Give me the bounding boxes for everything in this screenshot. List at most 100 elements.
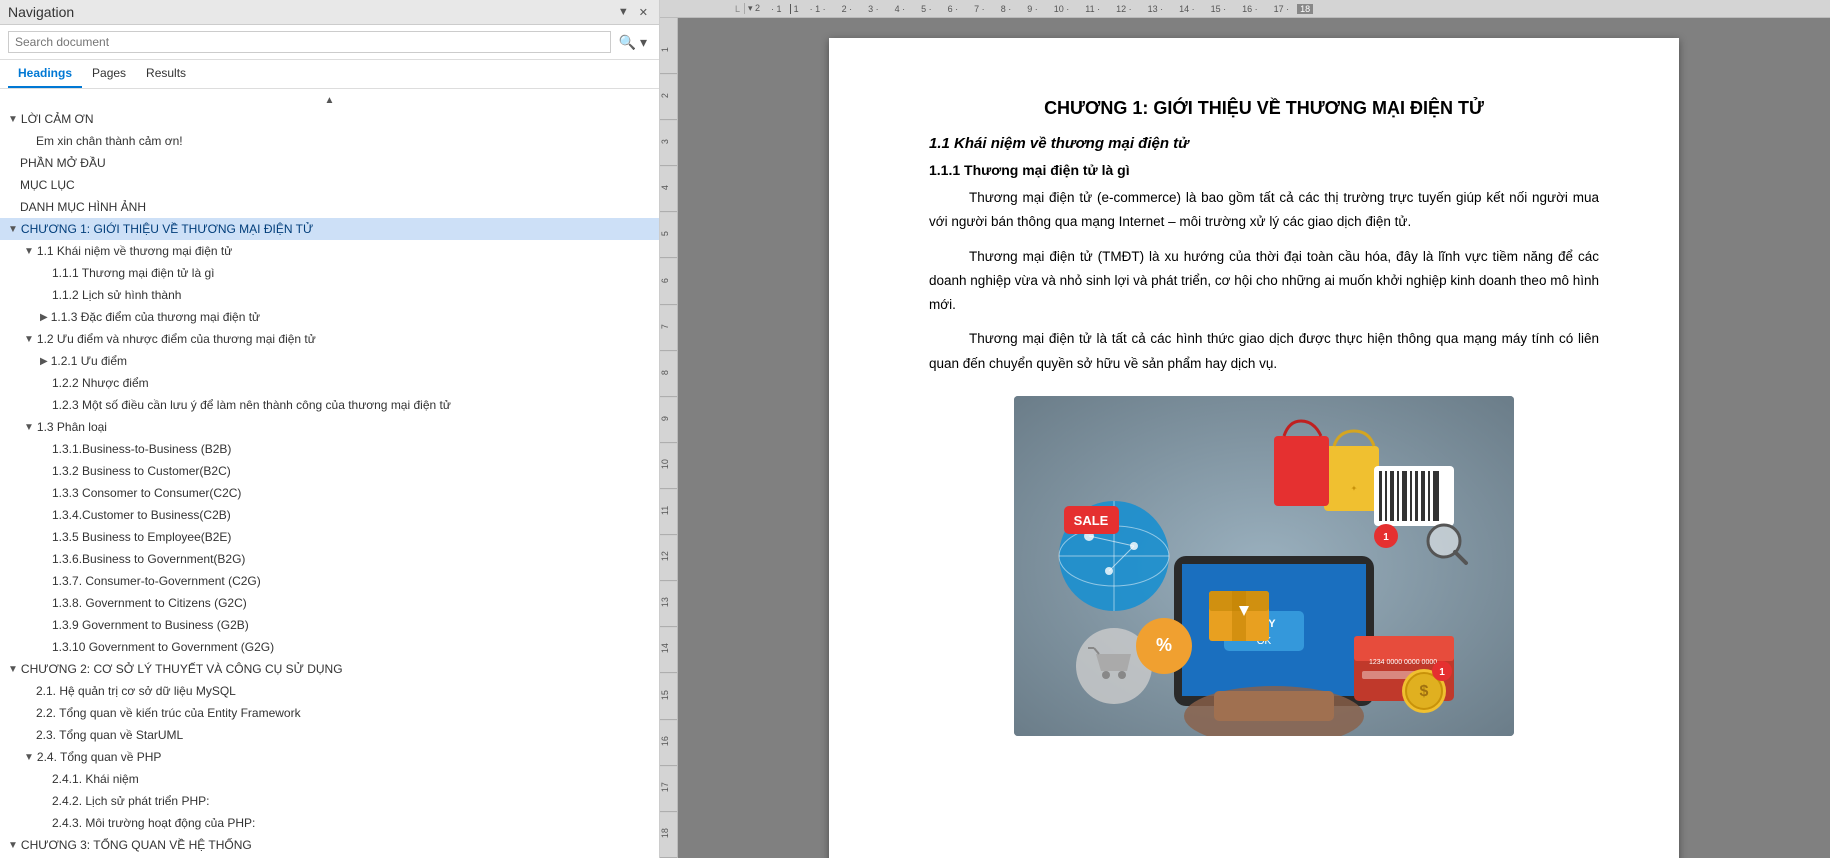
tree-item-loi-cam-on-sub[interactable]: Em xin chân thành cảm ơn! [0, 130, 659, 152]
tree-item-1.3.10[interactable]: 1.3.10 Government to Government (G2G) [0, 636, 659, 658]
tree-item-muc-luc[interactable]: MỤC LỤC [0, 174, 659, 196]
tree-item-1.3.7[interactable]: 1.3.7. Consumer-to-Government (C2G) [0, 570, 659, 592]
tree-item-label: CHƯƠNG 2: CƠ SỞ LÝ THUYẾT VÀ CÔNG CỤ SỬ … [21, 660, 343, 678]
tree-item-1.1[interactable]: ▼ 1.1 Khái niệm về thương mại điện tử [0, 240, 659, 262]
tree-arrow[interactable]: ▼ [24, 750, 34, 765]
v-mark-12: 12 [660, 535, 677, 581]
tree-item-label: 2.2. Tổng quan về kiến trúc của Entity F… [36, 704, 301, 722]
tab-headings[interactable]: Headings [8, 60, 82, 88]
doc-area: 1 2 3 4 5 6 7 8 9 10 11 12 13 14 15 16 1… [660, 18, 1830, 858]
tree-item-2.1[interactable]: 2.1. Hệ quản trị cơ sở dữ liệu MySQL [0, 680, 659, 702]
tree-item-label: 1.3.4.Customer to Business(C2B) [52, 506, 231, 524]
ruler-marks: ▾ 2 · 1 1 · 1 · 2 · 3 · 4 · 5 · 6 · 7 · … [744, 3, 1313, 14]
tree-item-danh-muc-hinh-anh[interactable]: DANH MỤC HÌNH ẢNH [0, 196, 659, 218]
tree-arrow[interactable]: ▼ [24, 332, 34, 347]
tree-item-1.2.2[interactable]: 1.2.2 Nhược điểm [0, 372, 659, 394]
tree-item-2.4.3[interactable]: 2.4.3. Môi trường hoạt động của PHP: [0, 812, 659, 834]
tree-item-chuong1[interactable]: ▼ CHƯƠNG 1: GIỚI THIỆU VỀ THƯƠNG MẠI ĐIỆ… [0, 218, 659, 240]
tree-item-label: 1.3.6.Business to Government(B2G) [52, 550, 245, 568]
scroll-top-arrow[interactable]: ▲ [0, 93, 659, 108]
nav-close-icon[interactable]: ✕ [636, 5, 651, 20]
tree-item-2.4[interactable]: ▼ 2.4. Tổng quan về PHP [0, 746, 659, 768]
svg-text:$: $ [1420, 683, 1429, 700]
tree-item-label: 2.4.2. Lịch sử phát triển PHP: [52, 792, 209, 810]
tree-item-label: CHƯƠNG 1: GIỚI THIỆU VỀ THƯƠNG MẠI ĐIỆN … [21, 220, 313, 238]
v-mark-9: 9 [660, 397, 677, 443]
tree-arrow[interactable]: ▼ [8, 838, 18, 853]
document-panel: L ▾ 2 · 1 1 · 1 · 2 · 3 · 4 · 5 · 6 · 7 … [660, 0, 1830, 858]
v-mark-5: 5 [660, 212, 677, 258]
tree-item-1.1.3[interactable]: ▶ 1.1.3 Đặc điểm của thương mại điện tử [0, 306, 659, 328]
nav-header-controls: ▼ ✕ [615, 5, 651, 20]
tree-item-1.3.8[interactable]: 1.3.8. Government to Citizens (G2C) [0, 592, 659, 614]
v-mark-6: 6 [660, 259, 677, 305]
tree-item-chuong2[interactable]: ▼ CHƯƠNG 2: CƠ SỞ LÝ THUYẾT VÀ CÔNG CỤ S… [0, 658, 659, 680]
v-mark-16: 16 [660, 720, 677, 766]
tree-item-label: CHƯƠNG 3: TỔNG QUAN VỀ HỆ THỐNG [21, 836, 252, 854]
tree-arrow[interactable]: ▶ [40, 310, 48, 325]
tree-item-label: 1.2.1 Ưu điểm [51, 352, 127, 370]
tree-item-chuong3[interactable]: ▼ CHƯƠNG 3: TỔNG QUAN VỀ HỆ THỐNG [0, 834, 659, 856]
search-bar: 🔍 ▾ [0, 25, 659, 60]
tree-item-1.2.3[interactable]: 1.2.3 Một số điều cần lưu ý để làm nên t… [0, 394, 659, 416]
tree-item-1.3.3[interactable]: 1.3.3 Consomer to Consumer(C2C) [0, 482, 659, 504]
paragraph-1: Thương mại điện tử (e-commerce) là bao g… [929, 186, 1599, 235]
tree-arrow[interactable]: ▼ [8, 112, 18, 127]
tree-item-1.2.1[interactable]: ▶ 1.2.1 Ưu điểm [0, 350, 659, 372]
tree-item-1.3.1[interactable]: 1.3.1.Business-to-Business (B2B) [0, 438, 659, 460]
tree-item-label: 1.2 Ưu điểm và nhược điểm của thương mại… [37, 330, 316, 348]
tab-pages[interactable]: Pages [82, 60, 136, 88]
document-page: CHƯƠNG 1: GIỚI THIỆU VỀ THƯƠNG MẠI ĐIỆN … [829, 38, 1679, 858]
tree-item-1.3.9[interactable]: 1.3.9 Government to Business (G2B) [0, 614, 659, 636]
tree-item-label: 1.3.10 Government to Government (G2G) [52, 638, 274, 656]
tree-item-label: 1.2.3 Một số điều cần lưu ý để làm nên t… [52, 396, 451, 414]
v-mark-15: 15 [660, 674, 677, 720]
tree-arrow[interactable]: ▼ [24, 244, 34, 259]
tree-item-1.2[interactable]: ▼ 1.2 Ưu điểm và nhược điểm của thương m… [0, 328, 659, 350]
svg-text:%: % [1156, 635, 1172, 655]
tree-item-1.3.6[interactable]: 1.3.6.Business to Government(B2G) [0, 548, 659, 570]
nav-tree: ▲ ▼ LỜI CẢM ƠNEm xin chân thành cảm ơn!P… [0, 89, 659, 858]
tree-item-label: 1.1.3 Đặc điểm của thương mại điện tử [51, 308, 260, 326]
tree-item-loi-cam-on[interactable]: ▼ LỜI CẢM ƠN [0, 108, 659, 130]
tree-arrow[interactable]: ▼ [8, 662, 18, 677]
v-mark-3: 3 [660, 120, 677, 166]
search-input[interactable] [8, 31, 611, 53]
nav-panel-title: Navigation [8, 4, 74, 20]
tree-item-2.4.2[interactable]: 2.4.2. Lịch sử phát triển PHP: [0, 790, 659, 812]
tree-item-label: 2.1. Hệ quản trị cơ sở dữ liệu MySQL [36, 682, 236, 700]
chapter-title: CHƯƠNG 1: GIỚI THIỆU VỀ THƯƠNG MẠI ĐIỆN … [929, 98, 1599, 119]
tree-arrow[interactable]: ▶ [40, 354, 48, 369]
svg-text:1: 1 [1439, 667, 1445, 678]
tree-item-2.2[interactable]: 2.2. Tổng quan về kiến trúc của Entity F… [0, 702, 659, 724]
v-mark-11: 11 [660, 489, 677, 535]
tree-item-label: LỜI CẢM ƠN [21, 110, 94, 128]
tree-item-label: 1.2.2 Nhược điểm [52, 374, 149, 392]
paragraph-3: Thương mại điện tử là tất cả các hình th… [929, 327, 1599, 376]
tree-item-label: 1.1 Khái niệm về thương mại điện tử [37, 242, 232, 260]
tree-item-1.3.5[interactable]: 1.3.5 Business to Employee(B2E) [0, 526, 659, 548]
tree-item-label: 1.3.8. Government to Citizens (G2C) [52, 594, 247, 612]
tree-item-label: DANH MỤC HÌNH ẢNH [20, 198, 146, 216]
tree-item-1.1.1[interactable]: 1.1.1 Thương mại điện tử là gì [0, 262, 659, 284]
v-mark-4: 4 [660, 166, 677, 212]
tree-item-1.3.4[interactable]: 1.3.4.Customer to Business(C2B) [0, 504, 659, 526]
search-button[interactable]: 🔍 ▾ [615, 32, 651, 53]
tree-item-label: 1.3.7. Consumer-to-Government (C2G) [52, 572, 261, 590]
tree-item-2.3[interactable]: 2.3. Tổng quan về StarUML [0, 724, 659, 746]
tree-item-2.4.1[interactable]: 2.4.1. Khái niệm [0, 768, 659, 790]
tree-item-label: 1.3.5 Business to Employee(B2E) [52, 528, 231, 546]
subsection-1-1-1: 1.1.1 Thương mại điện tử là gì [929, 162, 1599, 178]
v-mark-18: 18 [660, 812, 677, 858]
tab-results[interactable]: Results [136, 60, 196, 88]
tree-item-1.3.2[interactable]: 1.3.2 Business to Customer(B2C) [0, 460, 659, 482]
tree-item-label: 1.1.2 Lịch sử hình thành [52, 286, 181, 304]
tree-item-1.3[interactable]: ▼ 1.3 Phân loại [0, 416, 659, 438]
tree-item-1.1.2[interactable]: 1.1.2 Lịch sử hình thành [0, 284, 659, 306]
tree-arrow[interactable]: ▼ [8, 222, 18, 237]
v-mark-14: 14 [660, 627, 677, 673]
tree-arrow[interactable]: ▼ [24, 420, 34, 435]
doc-scroll-area[interactable]: CHƯƠNG 1: GIỚI THIỆU VỀ THƯƠNG MẠI ĐIỆN … [678, 18, 1830, 858]
nav-pin-icon[interactable]: ▼ [615, 5, 632, 20]
tree-item-phan-mo-dau[interactable]: PHẦN MỞ ĐẦU [0, 152, 659, 174]
